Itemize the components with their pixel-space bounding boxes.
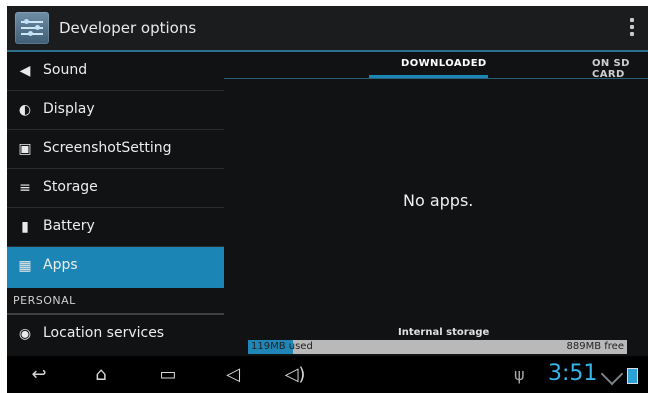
overflow-menu-icon[interactable]	[630, 18, 634, 38]
section-title: PERSONAL	[13, 294, 76, 307]
android-screen: Developer options ◀ Sound ◐ Display ▣ Sc…	[7, 6, 648, 393]
location-icon: ◉	[18, 326, 32, 342]
page-title: Developer options	[59, 19, 197, 37]
navigation-bar: ↩ ⌂ ▭ ◁ ◁) ψ 3:51	[7, 356, 648, 393]
settings-item-label: Display	[43, 101, 95, 117]
battery-icon: ▮	[21, 219, 29, 235]
apps-tabs: DOWNLOADED ON SD CARD	[224, 52, 648, 82]
volume-up-icon[interactable]: ◁)	[281, 364, 309, 386]
back-icon[interactable]: ↩	[25, 364, 53, 386]
wifi-icon	[600, 362, 624, 386]
settings-item-label: Location services	[43, 325, 165, 341]
settings-item-storage[interactable]: ≡ Storage	[7, 169, 224, 208]
storage-title: Internal storage	[398, 327, 490, 338]
usb-icon: ψ	[514, 365, 525, 384]
section-personal: PERSONAL	[7, 289, 224, 315]
action-bar: Developer options	[7, 6, 648, 52]
storage-used-label: 119MB used	[251, 341, 313, 352]
volume-down-icon[interactable]: ◁	[219, 364, 247, 386]
settings-item-label: Battery	[43, 218, 95, 234]
settings-item-location-services[interactable]: ◉ Location services	[7, 315, 224, 353]
settings-item-battery[interactable]: ▮ Battery	[7, 208, 224, 247]
settings-item-label: Sound	[43, 62, 88, 78]
sound-icon: ◀	[19, 63, 31, 79]
home-icon[interactable]: ⌂	[87, 364, 115, 386]
storage-free-label: 889MB free	[566, 341, 624, 352]
settings-item-label: ScreenshotSetting	[43, 140, 172, 156]
settings-item-screenshot[interactable]: ▣ ScreenshotSetting	[7, 130, 224, 169]
settings-list: ◀ Sound ◐ Display ▣ ScreenshotSetting ≡ …	[7, 52, 224, 356]
storage-icon: ≡	[19, 180, 31, 196]
settings-item-label: Apps	[43, 257, 78, 273]
apps-icon: ▦	[18, 258, 32, 274]
settings-item-apps[interactable]: ▦ Apps	[7, 247, 224, 288]
recent-apps-icon[interactable]: ▭	[154, 364, 182, 386]
tab-downloaded[interactable]: DOWNLOADED	[401, 58, 487, 69]
settings-item-sound[interactable]: ◀ Sound	[7, 52, 224, 91]
battery-charging-icon	[627, 368, 638, 384]
storage-bar: 119MB used 889MB free	[248, 340, 627, 354]
empty-state-text: No apps.	[403, 191, 474, 210]
tab-on-sd-card[interactable]: ON SD CARD	[592, 58, 648, 80]
settings-item-display[interactable]: ◐ Display	[7, 91, 224, 130]
screen: Developer options ◀ Sound ◐ Display ▣ Sc…	[0, 0, 648, 393]
settings-item-label: Storage	[43, 179, 98, 195]
camera-icon: ▣	[18, 141, 32, 157]
status-clock: 3:51	[548, 361, 598, 386]
display-icon: ◐	[18, 102, 32, 118]
tabs-divider	[224, 78, 648, 79]
developer-options-icon[interactable]	[15, 12, 49, 44]
